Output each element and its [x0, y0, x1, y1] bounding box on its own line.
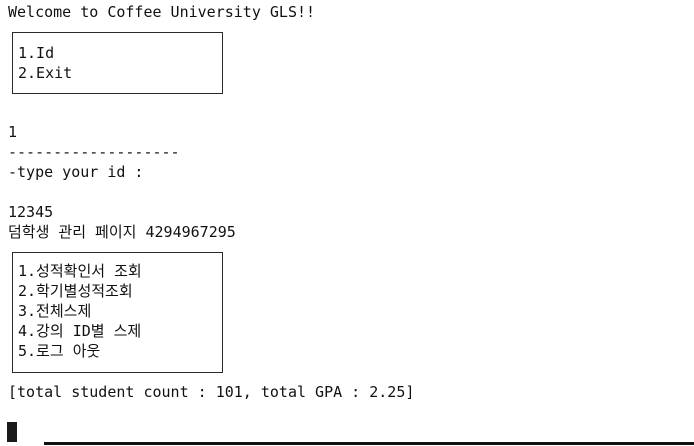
student-menu-item-logout[interactable]: 5.로그 아웃 [18, 341, 100, 361]
text-cursor[interactable] [7, 422, 17, 442]
student-menu-item-semester-grades[interactable]: 2.학기별성적조회 [18, 281, 133, 301]
student-menu-item-transcript[interactable]: 1.성적확인서 조회 [18, 261, 142, 281]
input-choice: 1 [8, 123, 18, 141]
page-title: 덤학생 관리 페이지 4294967295 [8, 223, 236, 241]
welcome-message: Welcome to Coffee University GLS!! [8, 3, 316, 21]
student-menu-box: 1.성적확인서 조회 2.학기별성적조회 3.전체스제 4.강의 ID별 스제 … [12, 252, 223, 373]
main-menu-item-id[interactable]: 1.Id [18, 43, 54, 63]
separator-line: ------------------- [8, 143, 180, 161]
main-menu-box: 1.Id 2.Exit [12, 32, 223, 94]
student-menu-item-all[interactable]: 3.전체스제 [18, 301, 91, 321]
bottom-divider [44, 442, 694, 445]
status-line: [total student count : 101, total GPA : … [8, 383, 415, 401]
main-menu-item-exit[interactable]: 2.Exit [18, 63, 72, 83]
student-menu-item-by-course-id[interactable]: 4.강의 ID별 스제 [18, 321, 141, 341]
id-value: 12345 [8, 203, 54, 221]
id-prompt: -type your id : [8, 163, 144, 181]
